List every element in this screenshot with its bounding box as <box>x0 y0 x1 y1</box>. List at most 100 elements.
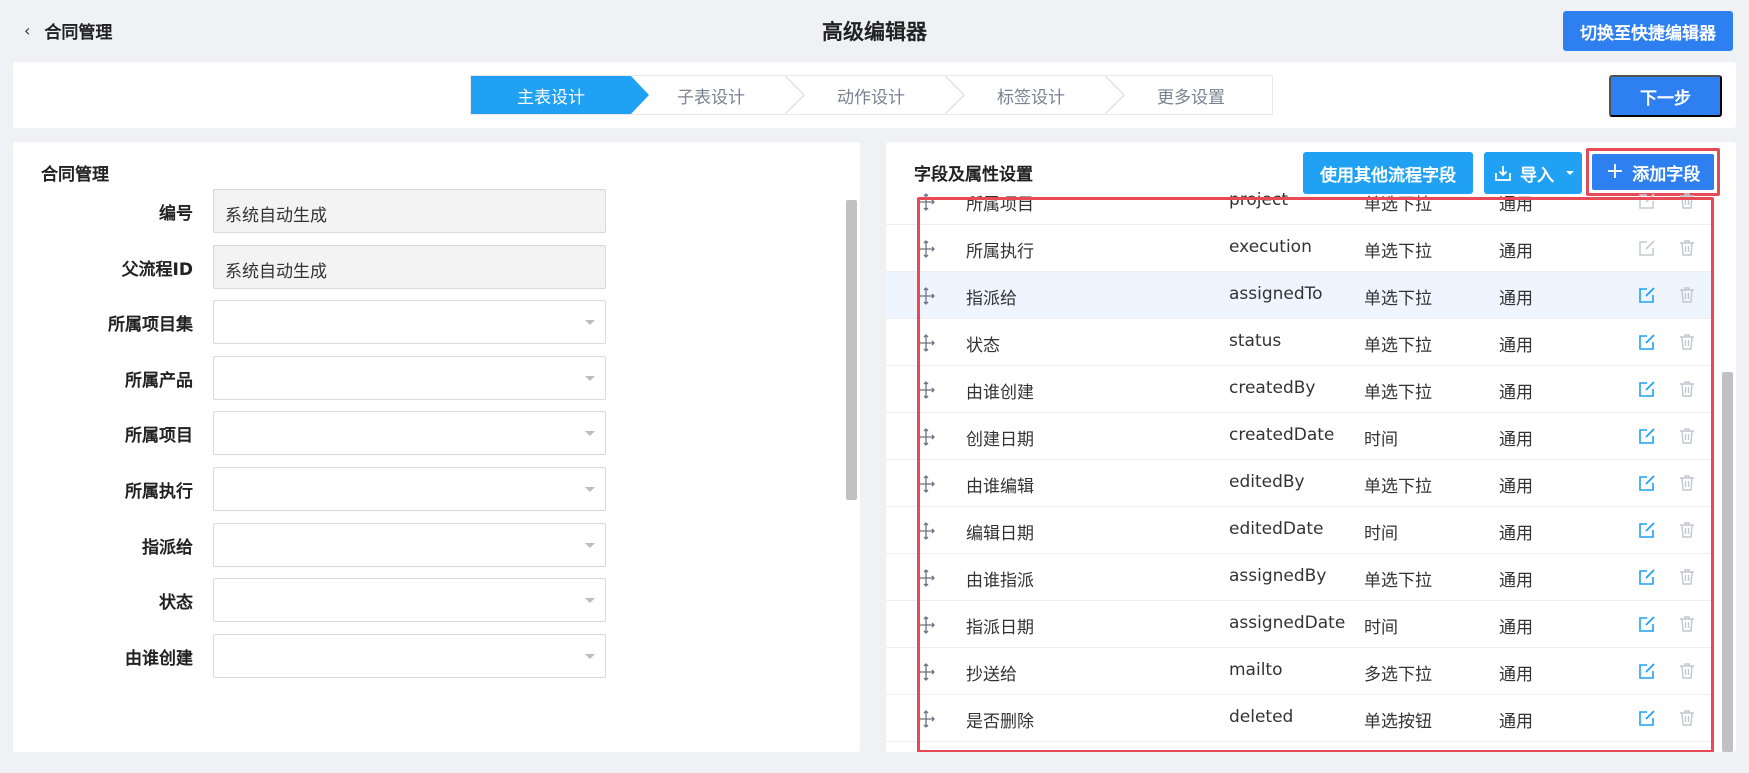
drag-handle-icon[interactable] <box>917 475 935 493</box>
field-control: 单选下拉 <box>1364 383 1432 403</box>
field-row[interactable]: 是否删除 deleted 单选按钮 通用 <box>886 695 1711 742</box>
edit-icon[interactable] <box>1637 285 1657 305</box>
trash-icon[interactable] <box>1677 614 1697 634</box>
field-name: 编辑日期 <box>966 524 1034 544</box>
field-control: 单选下拉 <box>1364 242 1432 262</box>
field-row[interactable]: 所属项目 project 单选下拉 通用 <box>886 178 1711 225</box>
form-label: 所属项目 <box>125 426 193 447</box>
field-row[interactable]: 指派给 assignedTo 单选下拉 通用 <box>886 272 1711 319</box>
field-control: 单选下拉 <box>1364 336 1432 356</box>
trash-icon[interactable] <box>1677 520 1697 540</box>
next-step-button[interactable]: 下一步 <box>1609 75 1722 117</box>
drag-handle-icon[interactable] <box>917 381 935 399</box>
field-scope: 通用 <box>1499 289 1533 309</box>
field-scope: 通用 <box>1499 195 1533 215</box>
select-field[interactable] <box>213 578 606 623</box>
form-label: 状态 <box>159 593 193 614</box>
trash-icon[interactable] <box>1677 379 1697 399</box>
drag-handle-icon[interactable] <box>917 334 935 352</box>
select-field[interactable] <box>213 355 606 400</box>
trash-icon[interactable] <box>1677 661 1697 681</box>
select-field[interactable] <box>213 633 606 678</box>
edit-icon[interactable] <box>1637 426 1657 446</box>
field-name: 是否删除 <box>966 712 1034 732</box>
edit-icon[interactable] <box>1637 567 1657 587</box>
edit-icon[interactable] <box>1637 661 1657 681</box>
field-code: editedDate <box>1229 519 1324 539</box>
field-control: 单选按钮 <box>1364 712 1432 732</box>
select-field[interactable] <box>213 522 606 567</box>
form-label: 所属执行 <box>125 482 193 502</box>
field-row[interactable]: 由谁编辑 editedBy 单选下拉 通用 <box>886 460 1711 507</box>
edit-icon[interactable] <box>1637 614 1657 634</box>
drag-handle-icon[interactable] <box>917 710 935 728</box>
drag-handle-icon[interactable] <box>917 428 935 446</box>
trash-icon[interactable] <box>1677 332 1697 352</box>
field-row[interactable]: 由谁指派 assignedBy 单选下拉 通用 <box>886 554 1711 601</box>
trash-icon[interactable] <box>1677 567 1697 587</box>
drag-handle-icon[interactable] <box>917 569 935 587</box>
trash-icon[interactable] <box>1677 473 1697 493</box>
form-scrollbar[interactable] <box>846 200 857 500</box>
field-row[interactable]: 由谁创建 createdBy 单选下拉 通用 <box>886 366 1711 413</box>
form-label: 所属项目集 <box>108 315 193 336</box>
step-tab[interactable]: 更多设置 <box>1111 76 1271 114</box>
select-field[interactable] <box>213 411 606 456</box>
field-list: 所属项目 project 单选下拉 通用 所属执行 execution 单选下拉 通用 指派给 a… <box>886 190 1714 752</box>
drag-handle-icon[interactable] <box>917 616 935 634</box>
trash-icon[interactable] <box>1677 426 1697 446</box>
field-scope: 通用 <box>1499 477 1533 497</box>
chevron-left-icon: ‹ <box>24 21 31 40</box>
edit-icon[interactable] <box>1637 379 1657 399</box>
form-row: 所属产品 <box>13 355 813 400</box>
field-scope: 通用 <box>1499 618 1533 638</box>
field-row[interactable]: 创建日期 createdDate 时间 通用 <box>886 413 1711 460</box>
field-row[interactable]: 指派日期 assignedDate 时间 通用 <box>886 601 1711 648</box>
step-tab[interactable]: 动作设计 <box>791 76 965 114</box>
switch-editor-button[interactable]: 切换至快捷编辑器 <box>1563 11 1733 51</box>
trash-icon[interactable] <box>1677 238 1697 258</box>
drag-handle-icon[interactable] <box>917 663 935 681</box>
trash-icon[interactable] <box>1677 285 1697 305</box>
field-row[interactable]: 编辑日期 editedDate 时间 通用 <box>886 507 1711 554</box>
edit-icon[interactable] <box>1637 473 1657 493</box>
form-row: 所属项目 <box>13 411 813 456</box>
edit-icon[interactable] <box>1637 191 1657 211</box>
dropdown-caret-icon <box>585 653 595 659</box>
field-scope: 通用 <box>1499 242 1533 262</box>
edit-icon[interactable] <box>1637 332 1657 352</box>
trash-icon[interactable] <box>1677 191 1697 211</box>
field-scope: 通用 <box>1499 524 1533 544</box>
step-label: 子表设计 <box>677 87 745 108</box>
drag-handle-icon[interactable] <box>917 522 935 540</box>
back-link[interactable]: ‹ 合同管理 <box>24 18 112 43</box>
drag-handle-icon[interactable] <box>917 287 935 305</box>
field-list-scrollbar[interactable] <box>1722 372 1733 752</box>
select-field[interactable] <box>213 467 606 511</box>
dropdown-caret-icon <box>585 487 595 492</box>
dropdown-caret-icon <box>585 431 595 437</box>
field-row[interactable]: 状态 status 单选下拉 通用 <box>886 319 1711 366</box>
field-scope: 通用 <box>1499 712 1533 732</box>
form-label: 编号 <box>159 204 193 224</box>
edit-icon[interactable] <box>1637 708 1657 728</box>
dropdown-caret-icon <box>585 320 595 326</box>
field-scope: 通用 <box>1499 665 1533 685</box>
edit-icon[interactable] <box>1637 238 1657 258</box>
drag-handle-icon[interactable] <box>917 240 935 258</box>
edit-icon[interactable] <box>1637 520 1657 540</box>
readonly-field: 系统自动生成 <box>213 189 606 233</box>
select-field[interactable] <box>213 300 606 345</box>
drag-handle-icon[interactable] <box>917 193 935 211</box>
step-tab[interactable]: 主表设计 <box>471 76 649 114</box>
field-settings-panel: 字段及属性设置 使用其他流程字段 导入 + 添加字段 所属项目 project 单选… <box>886 142 1736 752</box>
form-row: 由谁创建 <box>13 633 813 678</box>
field-row[interactable]: 所属执行 execution 单选下拉 通用 <box>886 225 1711 272</box>
field-row[interactable]: 抄送给 mailto 多选下拉 通用 <box>886 648 1711 695</box>
step-label: 动作设计 <box>837 87 905 108</box>
step-tab[interactable]: 标签设计 <box>951 76 1125 114</box>
back-label: 合同管理 <box>44 23 113 43</box>
trash-icon[interactable] <box>1677 708 1697 728</box>
field-control: 多选下拉 <box>1364 665 1432 685</box>
step-tab[interactable]: 子表设计 <box>631 76 805 114</box>
